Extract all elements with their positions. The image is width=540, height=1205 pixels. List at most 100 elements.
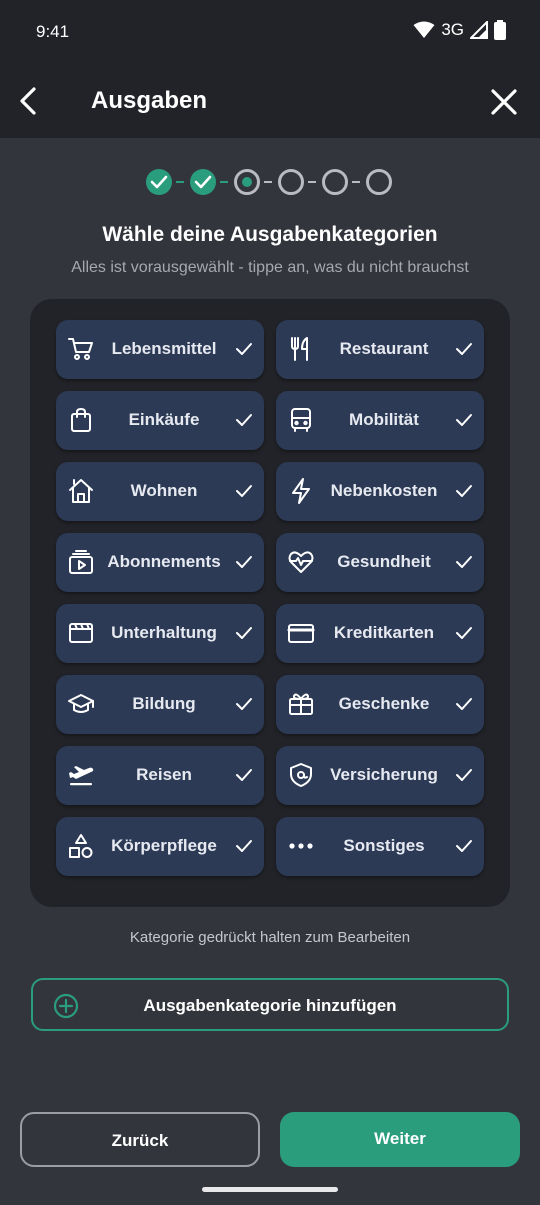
- heart-pulse-icon: [288, 551, 314, 573]
- check-icon: [194, 175, 212, 189]
- category-label: Mobilität: [349, 410, 419, 429]
- check-icon: [456, 485, 472, 497]
- category-chip-koerperpflege[interactable]: Körperpflege: [56, 817, 264, 876]
- category-chip-nebenkosten[interactable]: Nebenkosten: [276, 462, 484, 521]
- credit-card-icon: [287, 624, 315, 643]
- category-chip-versicherung[interactable]: Versicherung: [276, 746, 484, 805]
- category-chip-einkaeufe[interactable]: Einkäufe: [56, 391, 264, 450]
- category-chip-geschenke[interactable]: Geschenke: [276, 675, 484, 734]
- back-button-label: Zurück: [111, 1131, 169, 1150]
- category-chip-wohnen[interactable]: Wohnen: [56, 462, 264, 521]
- battery-icon: [494, 20, 506, 40]
- check-icon: [236, 627, 252, 639]
- step-connector: [220, 181, 228, 183]
- step-2-completed: [190, 169, 216, 195]
- check-icon: [456, 343, 472, 355]
- step-connector: [176, 181, 184, 183]
- category-label: Nebenkosten: [330, 481, 438, 500]
- check-icon: [150, 175, 168, 189]
- app-bar: Ausgaben: [0, 64, 540, 138]
- category-chip-kreditkarten[interactable]: Kreditkarten: [276, 604, 484, 663]
- shopping-bag-icon: [71, 408, 91, 432]
- subscriptions-icon: [69, 550, 93, 574]
- step-connector: [352, 181, 360, 183]
- check-icon: [456, 840, 472, 852]
- signal-icon: [470, 21, 488, 39]
- arrow-back-icon[interactable]: [14, 84, 44, 118]
- check-icon: [236, 343, 252, 355]
- check-icon: [456, 556, 472, 568]
- category-chip-mobilitaet[interactable]: Mobilität: [276, 391, 484, 450]
- check-icon: [236, 769, 252, 781]
- category-chip-reisen[interactable]: Reisen: [56, 746, 264, 805]
- check-icon: [456, 414, 472, 426]
- check-icon: [456, 769, 472, 781]
- category-label: Körperpflege: [111, 836, 217, 855]
- category-label: Einkäufe: [128, 410, 200, 429]
- more-dots-icon: [289, 843, 313, 849]
- lightning-icon: [292, 478, 310, 504]
- category-label: Wohnen: [130, 481, 198, 500]
- check-icon: [236, 556, 252, 568]
- graduation-cap-icon: [68, 694, 94, 713]
- status-icons: 3G: [413, 20, 506, 40]
- category-label: Kreditkarten: [333, 623, 435, 642]
- shapes-icon: [69, 834, 93, 858]
- category-label: Bildung: [132, 694, 196, 713]
- shopping-cart-icon: [68, 338, 93, 360]
- check-icon: [236, 840, 252, 852]
- category-label: Gesundheit: [337, 552, 431, 571]
- status-bar: 9:41 3G: [0, 0, 540, 64]
- category-label: Abonnements: [107, 552, 221, 571]
- step-4: [278, 169, 304, 195]
- next-button[interactable]: Weiter: [280, 1112, 520, 1167]
- check-icon: [236, 414, 252, 426]
- category-label: Versicherung: [330, 765, 438, 784]
- category-chip-sonstiges[interactable]: Sonstiges: [276, 817, 484, 876]
- category-label: Reisen: [136, 765, 192, 784]
- house-icon: [69, 479, 93, 503]
- step-connector: [264, 181, 272, 183]
- next-button-label: Weiter: [374, 1129, 426, 1148]
- step-6: [366, 169, 392, 195]
- status-time: 9:41: [36, 22, 70, 41]
- category-chip-abonnements[interactable]: Abonnements: [56, 533, 264, 592]
- page-title: Ausgaben: [91, 87, 208, 114]
- category-grid: Lebensmittel Restaurant Einkäufe Mobilit…: [30, 299, 510, 907]
- category-label: Geschenke: [338, 694, 430, 713]
- category-label: Unterhaltung: [111, 623, 217, 642]
- bus-icon: [291, 408, 311, 432]
- check-icon: [236, 698, 252, 710]
- network-type: 3G: [441, 20, 464, 39]
- step-1-completed: [146, 169, 172, 195]
- section-subheading: Alles ist vorausgewählt - tippe an, was …: [71, 259, 469, 276]
- category-chip-gesundheit[interactable]: Gesundheit: [276, 533, 484, 592]
- back-button[interactable]: Zurück: [20, 1112, 260, 1167]
- gift-icon: [289, 693, 313, 715]
- add-category-label: Ausgabenkategorie hinzufügen: [143, 996, 397, 1015]
- category-label: Restaurant: [339, 339, 429, 358]
- home-indicator[interactable]: [202, 1187, 338, 1192]
- category-chip-lebensmittel[interactable]: Lebensmittel: [56, 320, 264, 379]
- airplane-takeoff-icon: [69, 766, 94, 786]
- step-3-current: [234, 169, 260, 195]
- cutlery-icon: [291, 337, 308, 361]
- section-heading: Wähle deine Ausgabenkategorien: [102, 223, 438, 246]
- check-icon: [236, 485, 252, 497]
- check-icon: [456, 698, 472, 710]
- edit-hint: Kategorie gedrückt halten zum Bearbeiten: [129, 929, 411, 946]
- clapperboard-icon: [69, 623, 93, 643]
- wifi-icon: [413, 21, 435, 38]
- close-icon[interactable]: [490, 88, 518, 116]
- progress-stepper: [0, 169, 540, 197]
- step-5: [322, 169, 348, 195]
- category-label: Sonstiges: [343, 836, 425, 855]
- category-chip-restaurant[interactable]: Restaurant: [276, 320, 484, 379]
- check-icon: [456, 627, 472, 639]
- category-chip-unterhaltung[interactable]: Unterhaltung: [56, 604, 264, 663]
- step-connector: [308, 181, 316, 183]
- add-category-button[interactable]: Ausgabenkategorie hinzufügen: [31, 978, 509, 1031]
- shield-icon: [290, 763, 312, 787]
- category-label: Lebensmittel: [111, 339, 217, 358]
- category-chip-bildung[interactable]: Bildung: [56, 675, 264, 734]
